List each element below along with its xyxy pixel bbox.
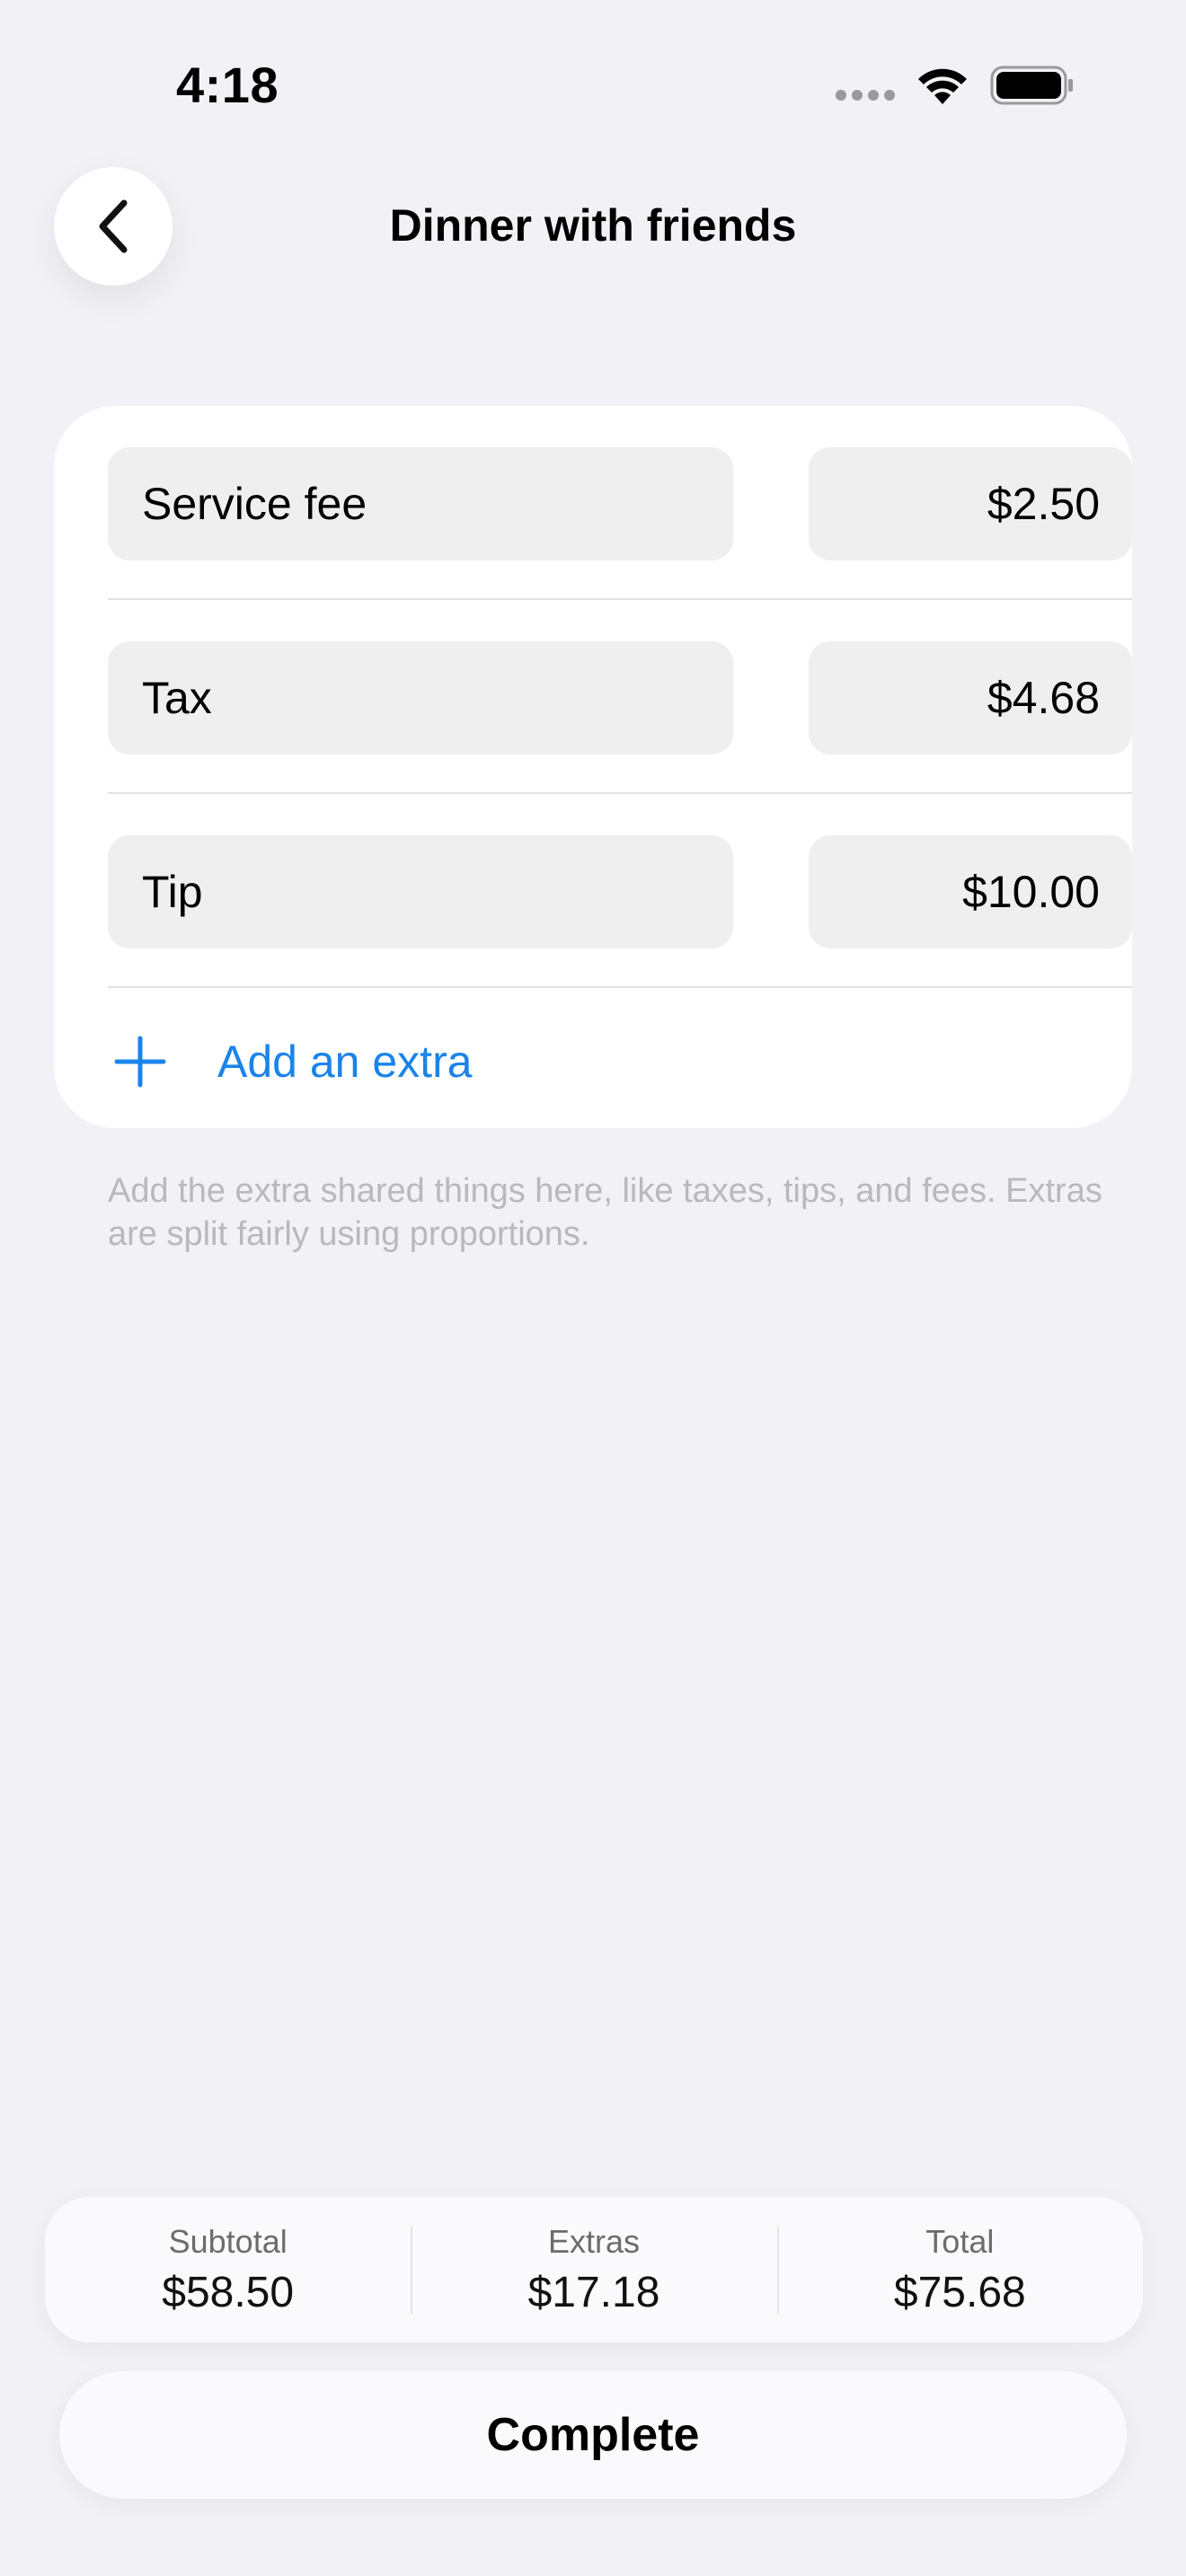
extra-row: Tax $4.68 xyxy=(108,641,1132,754)
extra-row: Tip $10.00 xyxy=(108,835,1132,948)
extras-value: $17.18 xyxy=(527,2268,660,2316)
extra-name-field[interactable]: Tip xyxy=(108,835,733,948)
extras-card: Service fee $2.50 Tax $4.68 Tip $10.00 A… xyxy=(54,406,1132,1128)
battery-icon xyxy=(990,66,1073,105)
complete-button[interactable]: Complete xyxy=(59,2371,1127,2499)
wifi-icon xyxy=(918,68,967,104)
add-extra-button[interactable]: Add an extra xyxy=(108,1017,473,1107)
extra-amount-field[interactable]: $10.00 xyxy=(809,835,1132,948)
extras-summary: Extras $17.18 xyxy=(411,2197,776,2342)
status-icons xyxy=(836,65,1075,106)
divider xyxy=(108,598,1132,600)
divider xyxy=(108,792,1132,794)
page-title: Dinner with friends xyxy=(389,200,797,251)
total-summary: Total $75.68 xyxy=(776,2197,1143,2342)
totals-summary: Subtotal $58.50 Extras $17.18 Total $75.… xyxy=(45,2197,1143,2342)
extra-name-field[interactable]: Service fee xyxy=(108,447,733,560)
plus-icon xyxy=(114,1036,166,1088)
extra-amount-field[interactable]: $4.68 xyxy=(809,641,1132,754)
divider xyxy=(108,986,1132,988)
extra-amount-field[interactable]: $2.50 xyxy=(809,447,1132,560)
subtotal-value: $58.50 xyxy=(162,2268,295,2316)
add-extra-label: Add an extra xyxy=(217,1037,473,1087)
subtotal-summary: Subtotal $58.50 xyxy=(45,2197,411,2342)
total-value: $75.68 xyxy=(893,2268,1026,2316)
extra-row: Service fee $2.50 xyxy=(108,447,1132,560)
subtotal-label: Subtotal xyxy=(168,2222,288,2260)
extras-footnote: Add the extra shared things here, like t… xyxy=(108,1172,1102,1253)
total-label: Total xyxy=(925,2222,995,2260)
extra-name-field[interactable]: Tax xyxy=(108,641,733,754)
status-time: 4:18 xyxy=(176,57,279,113)
extras-label: Extras xyxy=(547,2222,640,2260)
cellular-signal-icon xyxy=(836,90,895,101)
